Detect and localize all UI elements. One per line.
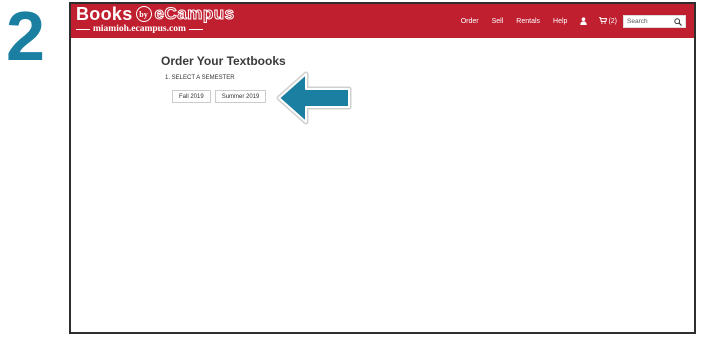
- pointer-arrow-icon: [276, 71, 352, 125]
- page-title: Order Your Textbooks: [161, 54, 286, 68]
- user-icon[interactable]: [580, 17, 588, 25]
- nav-help[interactable]: Help: [553, 18, 567, 25]
- nav-sell[interactable]: Sell: [492, 18, 504, 25]
- nav-rentals[interactable]: Rentals: [516, 18, 540, 25]
- browser-screenshot-frame: Books by eCampus miamioh.ecampus.com Ord…: [69, 2, 696, 334]
- semester-section-label: 1. SELECT A SEMESTER: [165, 75, 235, 81]
- cart-button[interactable]: (2): [599, 16, 617, 26]
- logo-by-badge: by: [135, 6, 152, 22]
- search-icon[interactable]: [674, 17, 682, 26]
- cart-count: (2): [608, 17, 617, 25]
- logo-rule-right: [188, 29, 203, 30]
- step-number: 2: [6, 0, 45, 75]
- logo-rule-left: [76, 29, 90, 30]
- site-header: Books by eCampus miamioh.ecampus.com Ord…: [71, 4, 694, 38]
- semester-summer-2019-button[interactable]: Summer 2019: [214, 90, 267, 103]
- logo-subdomain: miamioh.ecampus.com: [93, 24, 186, 34]
- search-input[interactable]: [624, 15, 673, 27]
- nav-order[interactable]: Order: [461, 18, 479, 25]
- semester-options: Fall 2019 Summer 2019: [172, 90, 270, 103]
- search-box: [623, 14, 686, 28]
- logo-books-text: Books: [76, 4, 133, 24]
- logo-ecampus-text: eCampus: [154, 4, 235, 23]
- site-logo[interactable]: Books by eCampus miamioh.ecampus.com: [76, 4, 235, 35]
- top-nav: Order Sell Rentals Help (2): [448, 13, 686, 29]
- cart-icon: [599, 16, 608, 26]
- semester-fall-2019-button[interactable]: Fall 2019: [172, 90, 211, 103]
